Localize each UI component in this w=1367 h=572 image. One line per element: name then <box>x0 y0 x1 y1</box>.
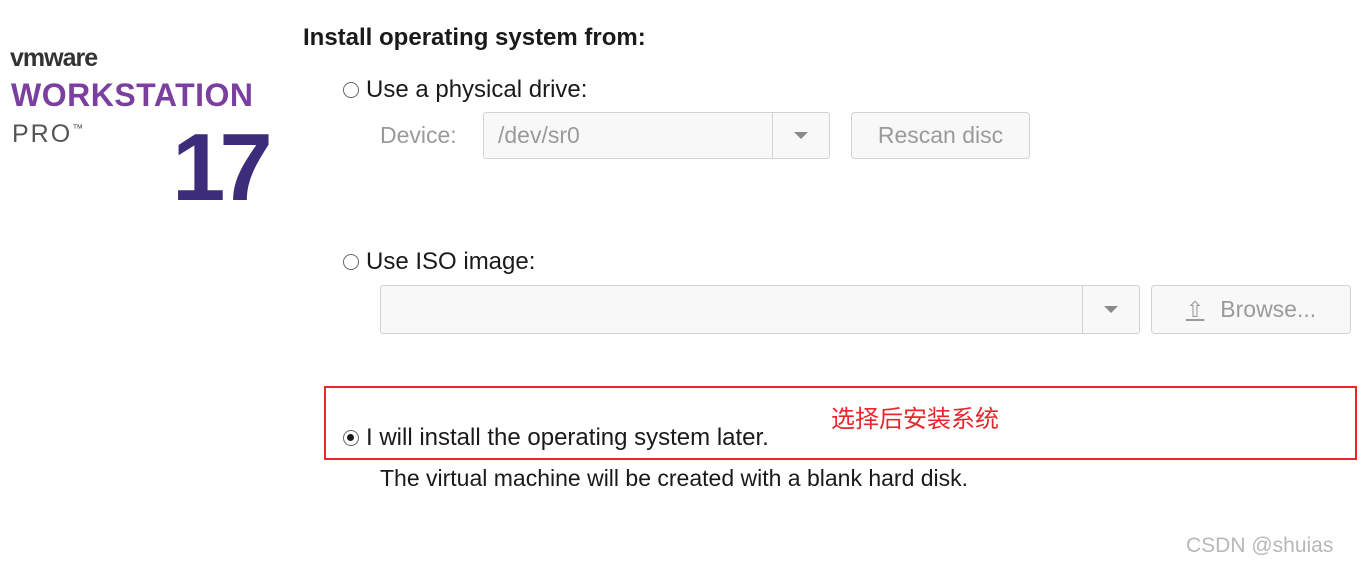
chevron-down-icon <box>1104 306 1118 313</box>
install-later-label: I will install the operating system late… <box>366 424 769 451</box>
physical-drive-option[interactable]: Use a physical drive: <box>343 76 587 104</box>
rescan-disc-button[interactable]: Rescan disc <box>851 112 1030 159</box>
product-version: 17 <box>172 114 273 221</box>
iso-image-label: Use ISO image: <box>366 248 536 275</box>
watermark: CSDN @shuias <box>1186 534 1334 557</box>
browse-label: Browse... <box>1220 296 1317 322</box>
chevron-down-icon <box>794 132 808 139</box>
product-name: WORKSTATION <box>11 77 254 113</box>
browse-button[interactable]: ⇧ Browse... <box>1151 285 1351 334</box>
iso-image-radio[interactable] <box>343 254 359 270</box>
install-later-option[interactable]: I will install the operating system late… <box>343 424 769 452</box>
device-dropdown-arrow[interactable] <box>772 113 829 158</box>
physical-drive-radio[interactable] <box>343 82 359 98</box>
upload-icon: ⇧ <box>1185 296 1205 322</box>
iso-path-input[interactable] <box>381 286 1082 333</box>
iso-image-option[interactable]: Use ISO image: <box>343 248 535 276</box>
iso-path-dropdown-arrow[interactable] <box>1082 286 1139 333</box>
vmware-logo: vmware <box>10 44 98 72</box>
device-label: Device: <box>380 122 457 148</box>
product-edition: PRO™ <box>12 120 84 148</box>
section-heading: Install operating system from: <box>303 24 646 51</box>
physical-drive-label: Use a physical drive: <box>366 76 588 103</box>
install-later-radio[interactable] <box>343 430 359 446</box>
device-dropdown[interactable]: /dev/sr0 <box>483 112 830 159</box>
install-later-description: The virtual machine will be created with… <box>380 465 969 491</box>
annotation-text: 选择后安装系统 <box>831 405 999 433</box>
device-dropdown-value: /dev/sr0 <box>498 122 580 148</box>
iso-path-combobox[interactable] <box>380 285 1140 334</box>
